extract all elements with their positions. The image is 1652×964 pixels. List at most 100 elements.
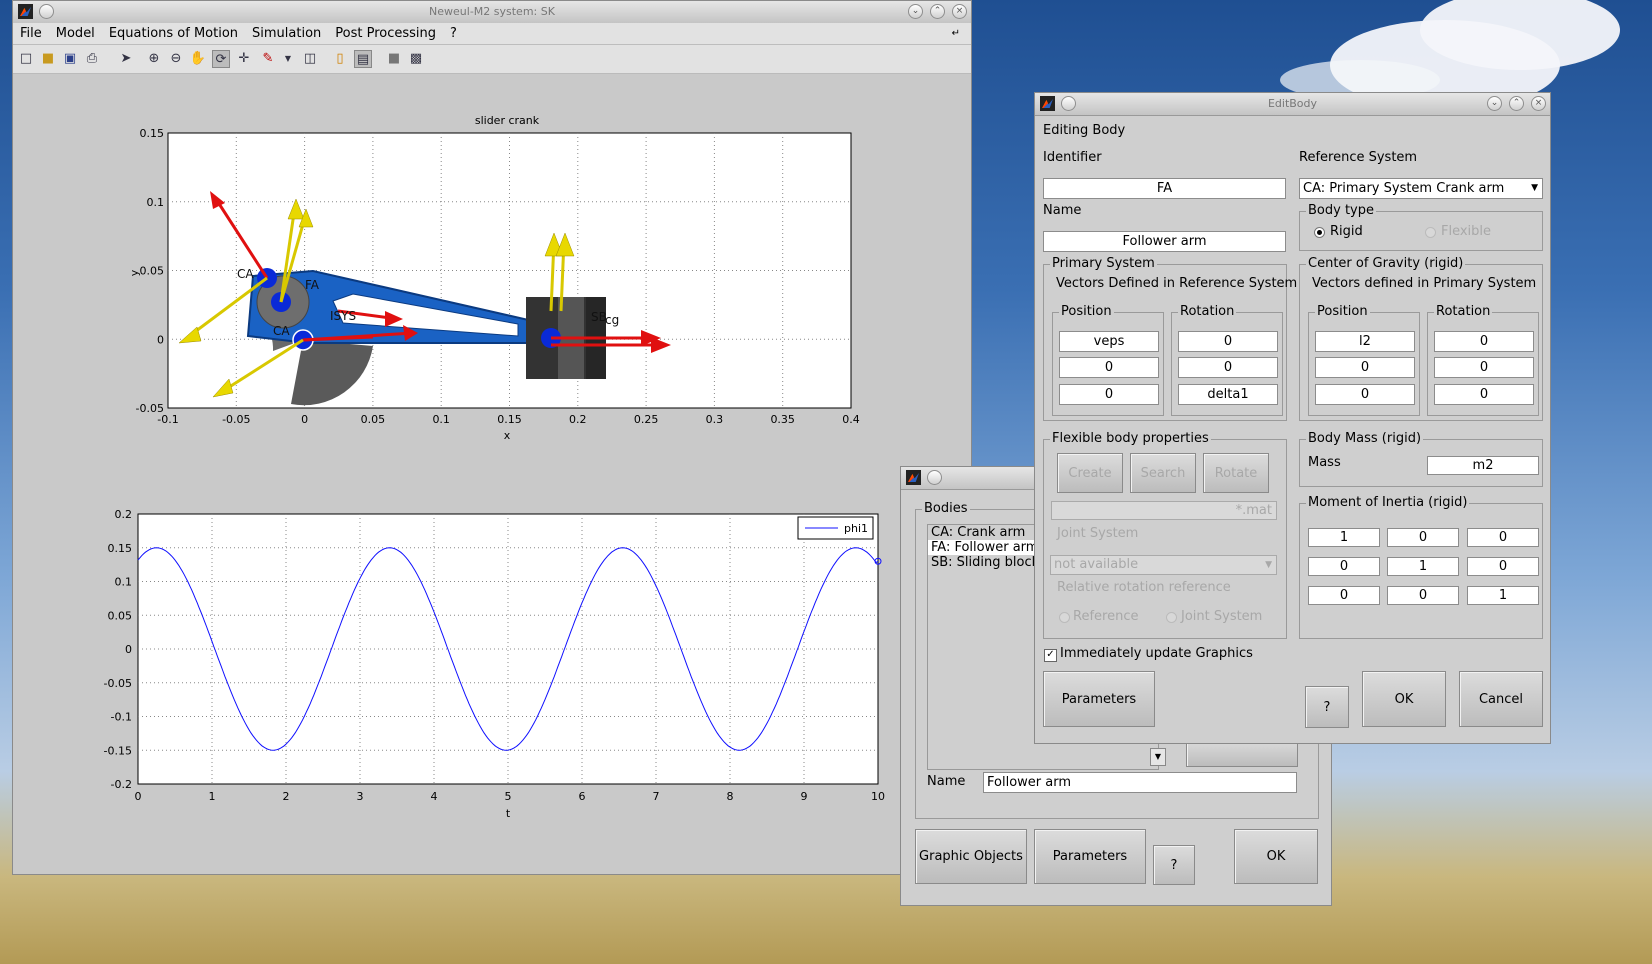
- edit-help-button[interactable]: ?: [1305, 686, 1349, 728]
- cog-position-z[interactable]: 0: [1315, 384, 1415, 405]
- cog-rotation-group: Rotation 0 0 0: [1427, 304, 1539, 416]
- inertia-cell[interactable]: 0: [1387, 586, 1459, 605]
- edit-cancel-button[interactable]: Cancel: [1459, 671, 1543, 727]
- name-input[interactable]: Follower arm: [1043, 231, 1286, 252]
- menu-file[interactable]: File: [13, 23, 49, 44]
- inertia-cell[interactable]: 0: [1467, 528, 1539, 547]
- ps-position-x[interactable]: veps: [1059, 331, 1159, 352]
- reference-system-select[interactable]: CA: Primary System Crank arm ▼: [1299, 178, 1543, 199]
- ps-rotation-group: Rotation 0 0 delta1: [1171, 304, 1283, 416]
- identifier-input[interactable]: FA: [1043, 178, 1286, 199]
- maximize-icon[interactable]: ⌃: [1509, 96, 1524, 111]
- inertia-group: Moment of Inertia (rigid) 1 0 0 0 1 0 0 …: [1299, 495, 1543, 639]
- colorbar-icon[interactable]: ▯: [331, 50, 349, 68]
- slider-crank-plot[interactable]: slider crank -0.1 -0.05 0 0.05 0.1 0.15 0.2 0.2…: [113, 111, 893, 451]
- minimize-icon[interactable]: ⌄: [1487, 96, 1502, 111]
- minimize-icon[interactable]: ⌄: [908, 4, 923, 19]
- legend-icon[interactable]: ▤: [354, 50, 372, 68]
- main-titlebar[interactable]: Neweul-M2 system: SK ⌄ ⌃ ×: [13, 1, 971, 24]
- print-icon[interactable]: ⎙: [83, 50, 101, 68]
- link-plot-icon[interactable]: ◫: [301, 50, 319, 68]
- bodies-parameters-button[interactable]: Parameters: [1034, 829, 1146, 884]
- ps-rotation-y[interactable]: 0: [1178, 357, 1278, 378]
- rigid-radio[interactable]: [1314, 227, 1325, 238]
- flexible-radio[interactable]: [1425, 227, 1436, 238]
- edit-body-window[interactable]: EditBody ⌄ ⌃ × Editing Body Identifier F…: [1034, 92, 1551, 744]
- top-ytick-label: 0.05: [140, 265, 165, 278]
- mat-file-input[interactable]: *.mat: [1051, 501, 1277, 520]
- window-menu-icon[interactable]: [1061, 96, 1076, 111]
- graphic-objects-button[interactable]: Graphic Objects: [915, 829, 1027, 884]
- pan-hand-icon[interactable]: ✋: [189, 50, 207, 68]
- top-xtick-label: 0.4: [842, 413, 860, 426]
- label-fa: FA: [305, 278, 320, 292]
- immediate-update-checkbox[interactable]: ✓: [1044, 649, 1057, 662]
- bodies-ok-button[interactable]: OK: [1234, 829, 1318, 884]
- close-icon[interactable]: ×: [1531, 96, 1546, 111]
- save-icon[interactable]: ▣: [61, 50, 79, 68]
- inertia-cell[interactable]: 0: [1387, 528, 1459, 547]
- top-ytick-label: 0: [157, 333, 164, 346]
- ps-position-z[interactable]: 0: [1059, 384, 1159, 405]
- list-scroll-down-icon[interactable]: ▼: [1150, 748, 1166, 766]
- ps-rotation-z[interactable]: delta1: [1178, 384, 1278, 405]
- bottom-xtick-label: 10: [871, 790, 885, 803]
- main-window[interactable]: Neweul-M2 system: SK ⌄ ⌃ × File Model Equa…: [12, 0, 972, 875]
- joint-system-radio[interactable]: [1166, 612, 1177, 623]
- rotate-button[interactable]: Rotate: [1203, 453, 1269, 493]
- edit-ok-button[interactable]: OK: [1362, 671, 1446, 727]
- close-icon[interactable]: ×: [952, 4, 967, 19]
- cog-rotation-z[interactable]: 0: [1434, 384, 1534, 405]
- brush-dropdown-icon[interactable]: ▼: [279, 50, 297, 68]
- rotate-3d-icon[interactable]: ⟳: [212, 50, 230, 68]
- edit-parameters-button[interactable]: Parameters: [1043, 671, 1155, 727]
- open-folder-icon[interactable]: ■: [39, 50, 57, 68]
- brush-icon[interactable]: ✎: [259, 50, 277, 68]
- phi1-time-plot[interactable]: 0 1 2 3 4 5 6 7 8 9 10 0.2 0.15 0.1 0.05 0 -0.05 -0.1 -0.…: [93, 501, 893, 831]
- new-file-icon[interactable]: □: [17, 50, 35, 68]
- window-menu-icon[interactable]: [927, 470, 942, 485]
- joint-system-select[interactable]: not available ▼: [1050, 555, 1277, 575]
- edit-body-titlebar[interactable]: EditBody ⌄ ⌃ ×: [1035, 93, 1550, 116]
- legend[interactable]: phi1: [797, 516, 874, 540]
- menu-simulation[interactable]: Simulation: [245, 23, 328, 44]
- create-button[interactable]: Create: [1057, 453, 1123, 493]
- inertia-cell[interactable]: 1: [1387, 557, 1459, 576]
- inertia-cell[interactable]: 0: [1308, 557, 1380, 576]
- window-menu-icon[interactable]: [39, 4, 54, 19]
- cog-rotation-x[interactable]: 0: [1434, 331, 1534, 352]
- inertia-cell[interactable]: 1: [1308, 528, 1380, 547]
- joint-system-label: Joint System: [1057, 526, 1139, 541]
- bodies-name-input[interactable]: Follower arm: [983, 772, 1297, 793]
- bodies-help-button[interactable]: ?: [1153, 845, 1195, 885]
- inertia-cell[interactable]: 1: [1467, 586, 1539, 605]
- cog-position-y[interactable]: 0: [1315, 357, 1415, 378]
- maximize-icon[interactable]: ⌃: [930, 4, 945, 19]
- ps-rotation-x[interactable]: 0: [1178, 331, 1278, 352]
- reference-radio[interactable]: [1059, 612, 1070, 623]
- mass-input[interactable]: m2: [1427, 456, 1539, 475]
- menu-equations-of-motion[interactable]: Equations of Motion: [102, 23, 245, 44]
- legend-label-phi1: phi1: [844, 522, 868, 535]
- ps-position-y[interactable]: 0: [1059, 357, 1159, 378]
- cog-rotation-y[interactable]: 0: [1434, 357, 1534, 378]
- top-plot-ylabel: y: [128, 269, 141, 276]
- bottom-xtick-label: 7: [653, 790, 660, 803]
- menu-help[interactable]: ?: [443, 23, 464, 44]
- pointer-icon[interactable]: ➤: [117, 50, 135, 68]
- inertia-cell[interactable]: 0: [1308, 586, 1380, 605]
- hide-tools-icon[interactable]: ■: [385, 50, 403, 68]
- bottom-ytick-label: 0.2: [115, 508, 133, 521]
- zoom-in-icon[interactable]: ⊕: [145, 50, 163, 68]
- show-tools-icon[interactable]: ▩: [407, 50, 425, 68]
- menu-post-processing[interactable]: Post Processing: [328, 23, 443, 44]
- dock-arrow-icon[interactable]: ↵: [945, 23, 967, 44]
- menu-model[interactable]: Model: [49, 23, 102, 44]
- reference-system-label: Reference System: [1299, 150, 1418, 165]
- cog-position-x[interactable]: l2: [1315, 331, 1415, 352]
- inertia-cell[interactable]: 0: [1467, 557, 1539, 576]
- data-cursor-icon[interactable]: ✛: [235, 50, 253, 68]
- search-button[interactable]: Search: [1130, 453, 1196, 493]
- inertia-title: Moment of Inertia (rigid): [1306, 495, 1470, 511]
- zoom-out-icon[interactable]: ⊖: [167, 50, 185, 68]
